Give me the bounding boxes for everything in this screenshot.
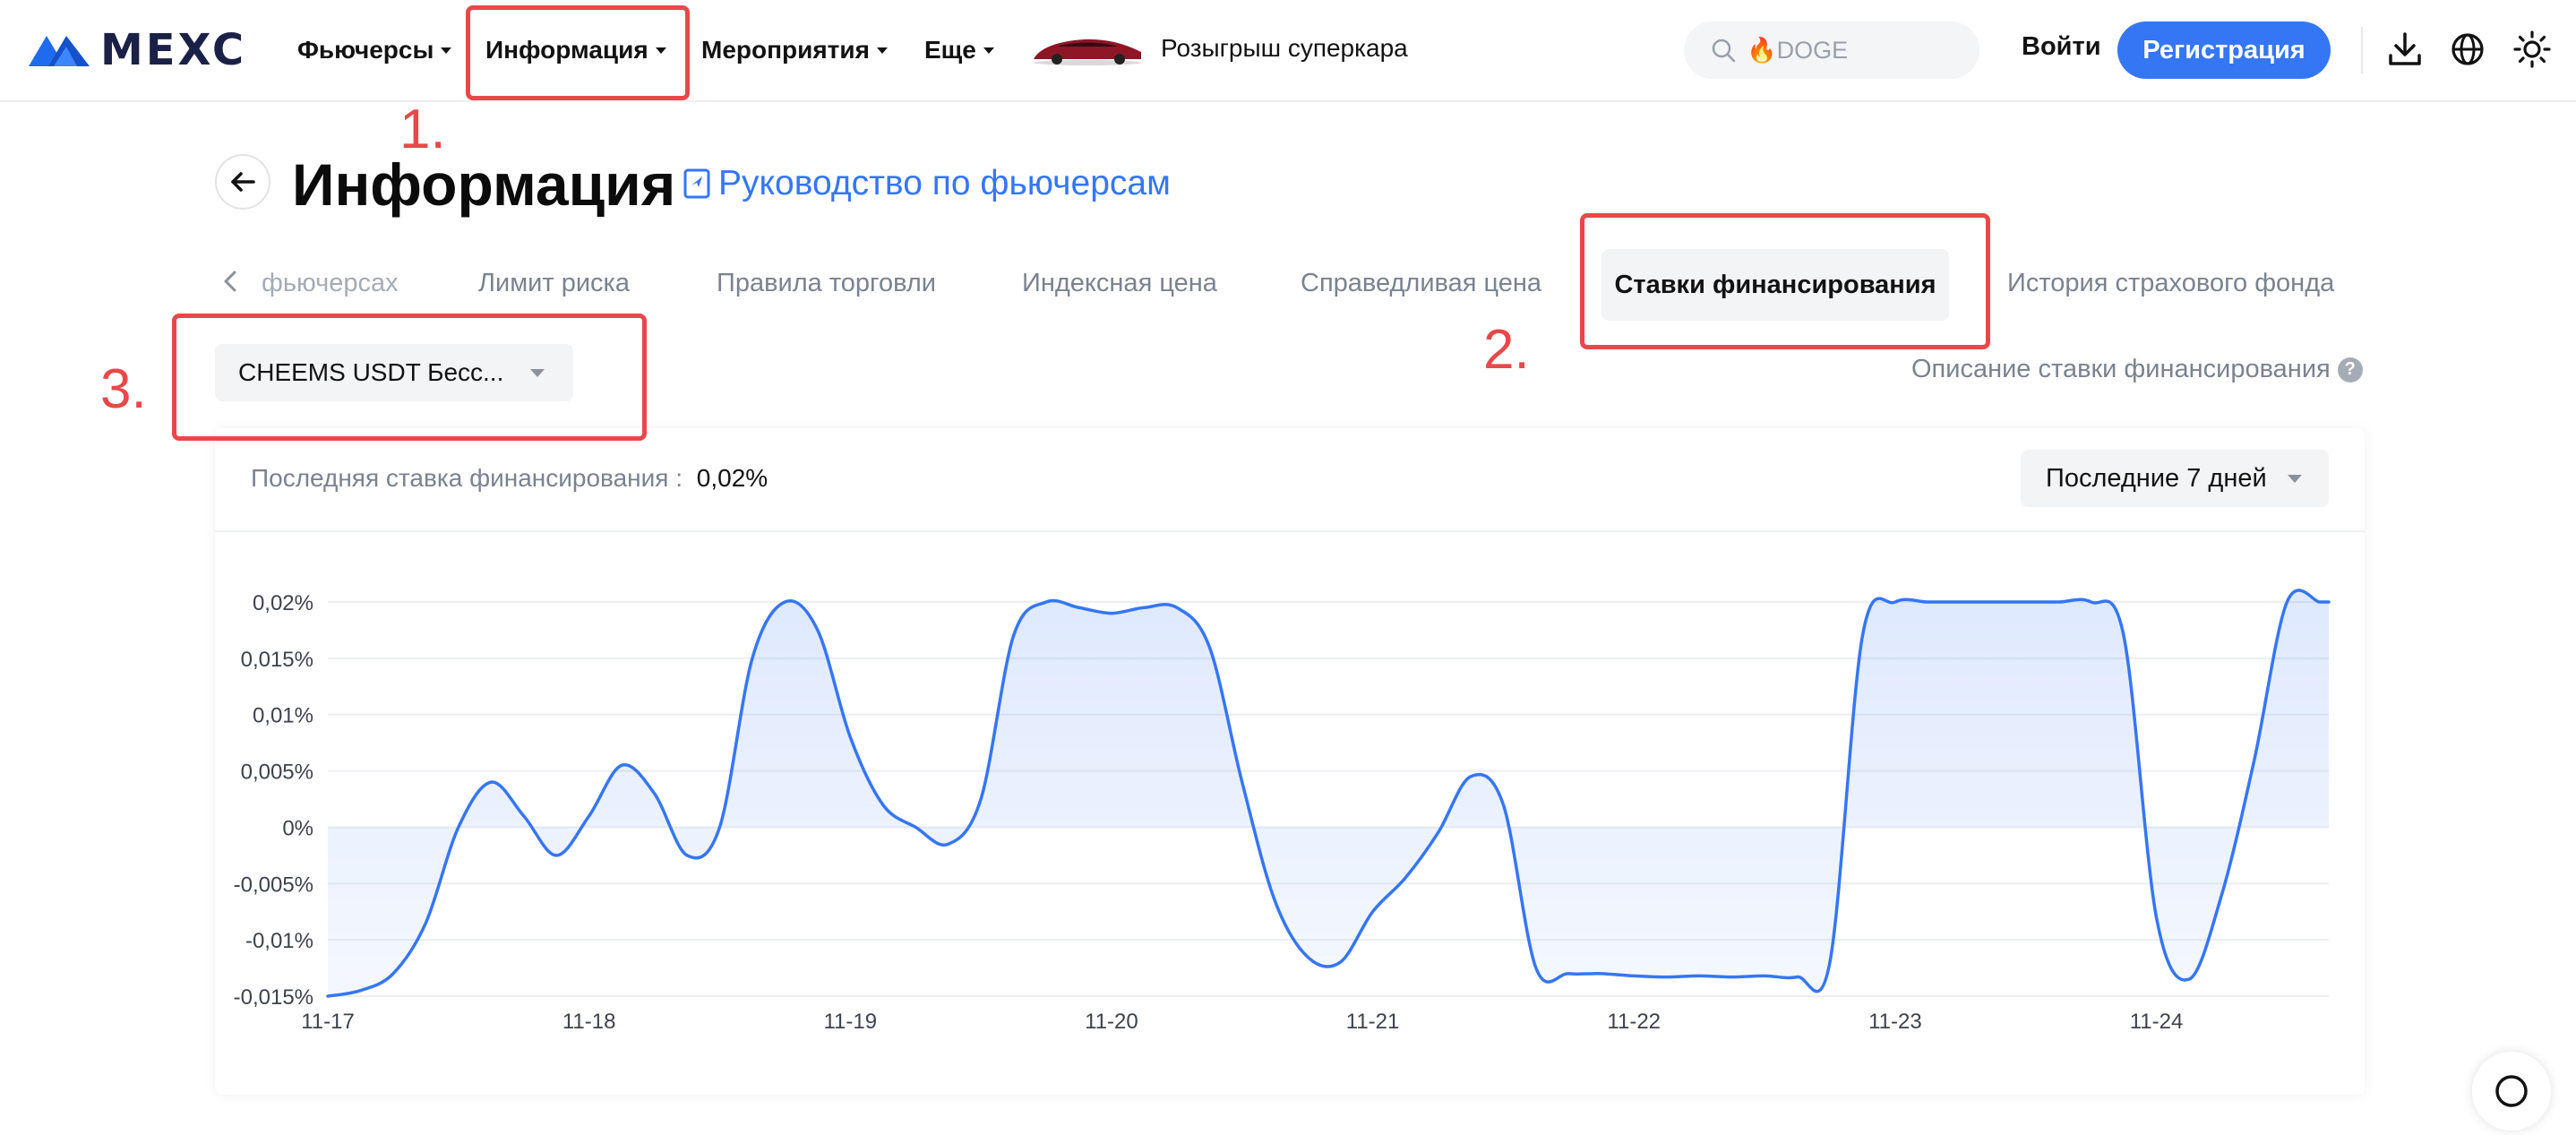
chat-icon: [2495, 1075, 2528, 1107]
series-area: [328, 589, 2329, 996]
futures-guide-link[interactable]: Руководство по фьючерсам: [683, 161, 1171, 206]
toolbar-divider: [2361, 27, 2363, 73]
chevron-down-icon: [983, 47, 994, 54]
tab-index-price[interactable]: Индексная цена: [1022, 265, 1217, 301]
nav-more[interactable]: Еще: [924, 0, 994, 100]
promo-label: Розыгрыш суперкара: [1161, 34, 1408, 62]
nav-futures-label: Фьючерсы: [297, 36, 434, 64]
nav-events-label: Мероприятия: [701, 36, 870, 64]
nav-more-label: Еще: [924, 36, 976, 64]
nav-events[interactable]: Мероприятия: [701, 0, 888, 100]
search-box[interactable]: 🔥DOGE: [1684, 21, 1979, 79]
guide-link-label: Руководство по фьючерсам: [718, 164, 1171, 202]
search-placeholder: 🔥DOGE: [1747, 37, 1849, 64]
annotation-box-information: [466, 5, 690, 100]
funding-rate-chart[interactable]: 0,02% 0,015% 0,01% 0,005% 0% -0,005% -0,01% -0,…: [215, 428, 2365, 1095]
annotation-number-3: 3.: [100, 358, 147, 420]
search-icon: [1712, 39, 1736, 63]
x-tick-label: 11-23: [1868, 1010, 1922, 1034]
y-tick-label: 0,01%: [253, 704, 313, 728]
back-button[interactable]: [215, 154, 270, 210]
annotation-box-contract-select: [172, 314, 647, 441]
guide-book-icon: [683, 168, 710, 199]
supercar-icon: [1034, 39, 1141, 65]
theme-sun-icon[interactable]: [2513, 30, 2551, 68]
register-button[interactable]: Регистрация: [2117, 21, 2331, 79]
chevron-down-icon: [876, 47, 888, 54]
x-tick-label: 11-20: [1085, 1010, 1138, 1034]
page-title: Информация: [292, 151, 676, 218]
tab-futures-partial[interactable]: фьючерсах: [262, 265, 399, 301]
download-icon[interactable]: [2386, 30, 2424, 68]
x-tick-label: 11-24: [2130, 1010, 2184, 1034]
funding-rate-chart-card: Последняя ставка финансирования : 0,02% …: [215, 428, 2365, 1095]
mexc-logo[interactable]: MEXC: [27, 27, 246, 73]
x-tick-label: 11-21: [1346, 1010, 1400, 1034]
y-tick-label: 0,02%: [253, 591, 313, 615]
chevron-down-icon: [441, 47, 452, 54]
funding-rate-description-link[interactable]: Описание ставки финансирования ?: [1911, 355, 2363, 384]
annotation-box-funding-tab: [1580, 213, 1990, 349]
tab-insurance-fund-history[interactable]: История страхового фонда: [2007, 265, 2334, 301]
y-tick-label: 0%: [282, 816, 313, 840]
tab-risk-limit[interactable]: Лимит риска: [478, 265, 630, 301]
supercar-promo-link[interactable]: Розыгрыш суперкара: [1030, 29, 1408, 68]
tab-fair-price[interactable]: Справедливая цена: [1301, 265, 1541, 301]
y-tick-label: -0,01%: [245, 929, 313, 953]
nav-futures[interactable]: Фьючерсы: [297, 0, 452, 100]
x-tick-label: 11-22: [1607, 1010, 1661, 1034]
arrow-left-icon: [231, 172, 255, 192]
x-tick-label: 11-19: [823, 1010, 877, 1034]
funding-rate-description-label: Описание ставки финансирования: [1911, 355, 2331, 383]
question-icon: ?: [2337, 357, 2363, 383]
globe-icon[interactable]: [2449, 30, 2486, 68]
top-navigation-bar: MEXC Фьючерсы Информация Мероприятия Еще…: [0, 0, 2576, 102]
tab-scroll-left-icon[interactable]: [220, 267, 240, 296]
support-chat-button[interactable]: [2472, 1052, 2551, 1131]
y-tick-label: 0,005%: [241, 761, 313, 785]
y-tick-label: 0,015%: [241, 648, 313, 672]
x-tick-label: 11-17: [301, 1010, 355, 1034]
y-tick-label: -0,005%: [234, 873, 313, 897]
y-tick-label: -0,015%: [234, 985, 313, 1010]
annotation-number-2: 2.: [1483, 319, 1530, 381]
login-button[interactable]: Войти: [2022, 32, 2101, 62]
mexc-logo-icon: [29, 36, 90, 66]
x-tick-label: 11-18: [562, 1010, 616, 1034]
logo-text: MEXC: [100, 25, 247, 75]
tab-trading-rules[interactable]: Правила торговли: [717, 265, 936, 301]
annotation-number-1: 1.: [399, 99, 446, 160]
